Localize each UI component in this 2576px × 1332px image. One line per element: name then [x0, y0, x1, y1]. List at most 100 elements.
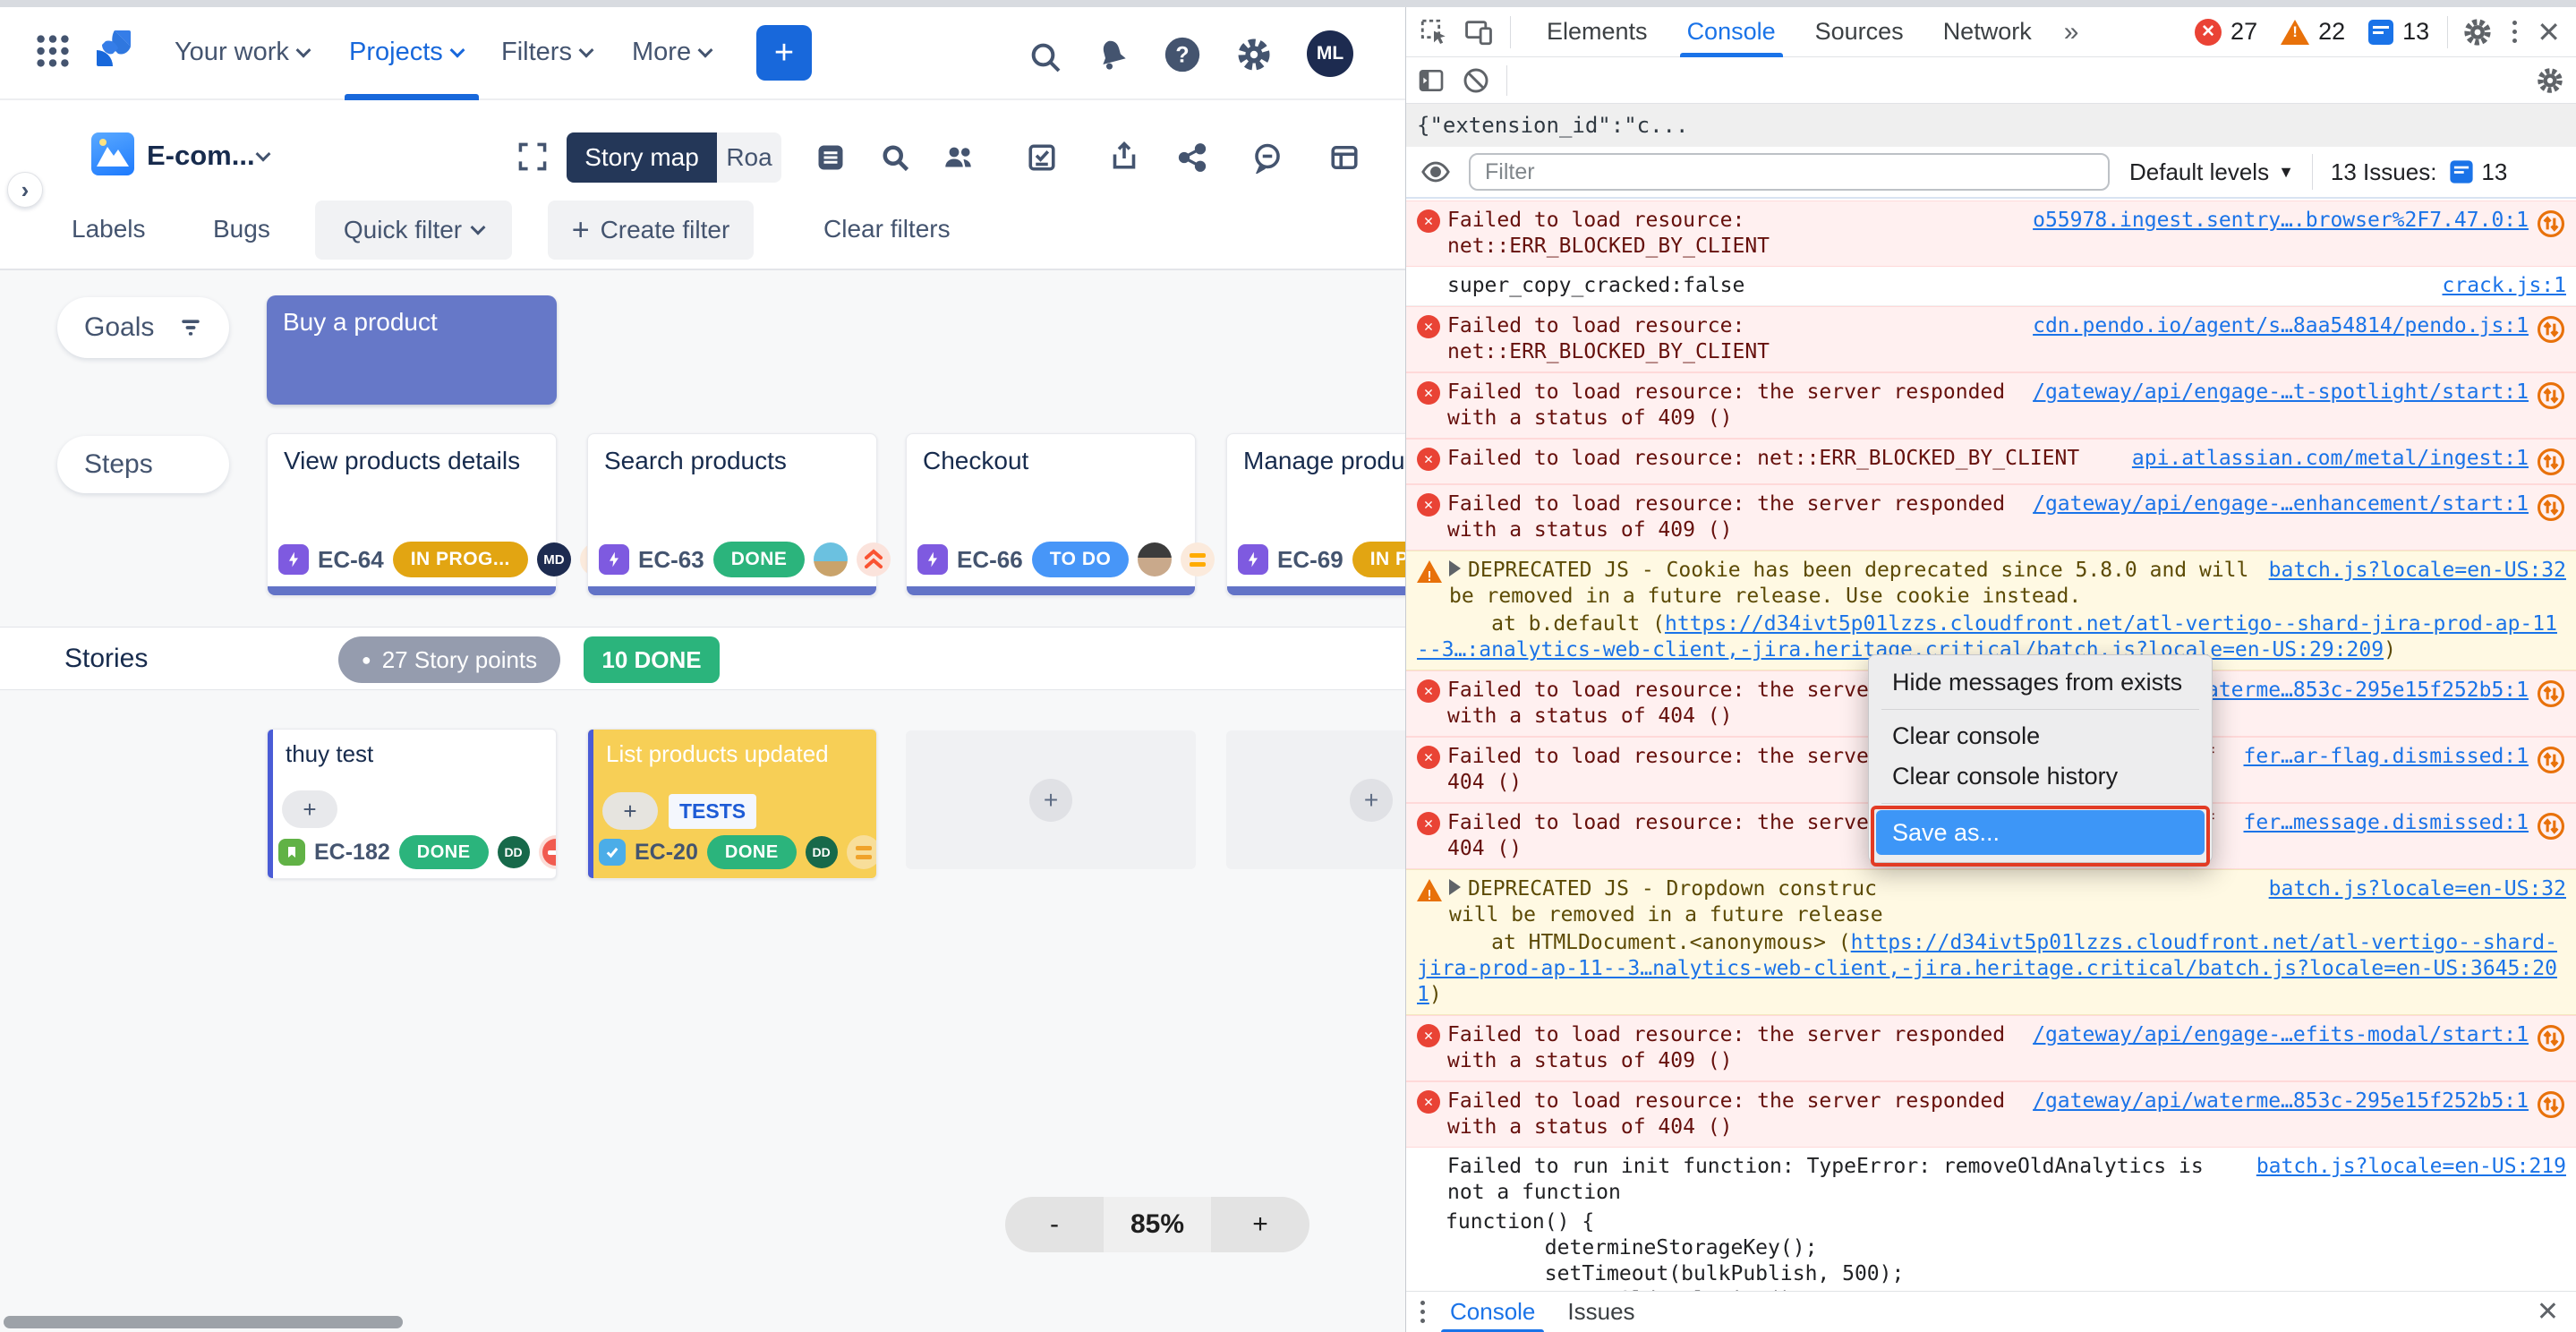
console-source-link[interactable]: /gateway/api/engage-…t-spotlight/start:1: [2033, 380, 2529, 406]
goals-row-header[interactable]: Goals: [57, 297, 229, 358]
live-expression-eye-icon[interactable]: [1420, 157, 1451, 187]
console-source-link[interactable]: batch.js?locale=en-US:32: [2269, 876, 2566, 902]
device-toolbar-icon[interactable]: [1463, 17, 1494, 47]
expand-arrow-icon[interactable]: [1449, 879, 1461, 895]
log-levels-dropdown[interactable]: Default levels ▼: [2129, 158, 2294, 186]
console-source-link[interactable]: batch.js?locale=en-US:32: [2269, 558, 2566, 584]
nav-projects[interactable]: Projects: [349, 38, 463, 67]
inspect-element-icon[interactable]: [1419, 17, 1449, 47]
expand-sidebar-button[interactable]: ›: [7, 172, 43, 208]
console-source-link[interactable]: batch.js?locale=en-US:219: [2256, 1154, 2566, 1180]
console-source-link[interactable]: fer…message.dismissed:1: [2244, 810, 2529, 836]
create-button[interactable]: +: [756, 25, 812, 81]
label-chip[interactable]: TESTS: [669, 794, 756, 829]
board-check-icon[interactable]: [1026, 141, 1058, 174]
status-badge[interactable]: DONE: [713, 542, 806, 577]
goal-card[interactable]: Buy a product: [267, 295, 557, 405]
help-icon[interactable]: ?: [1162, 34, 1203, 75]
filter-link-labels[interactable]: Labels: [72, 215, 146, 243]
blocked-request-icon[interactable]: [2536, 1023, 2566, 1054]
blocked-request-icon[interactable]: [2536, 811, 2566, 841]
blocked-request-icon[interactable]: [2536, 314, 2566, 345]
blocked-request-icon[interactable]: [2536, 209, 2566, 239]
jira-logo-icon[interactable]: [91, 27, 134, 70]
assignee-avatar[interactable]: DD: [806, 836, 838, 868]
devtools-settings-icon[interactable]: [2462, 17, 2493, 47]
notifications-bell-icon[interactable]: [1094, 36, 1131, 73]
blocked-request-icon[interactable]: [2536, 447, 2566, 477]
view-tab-roadmap[interactable]: Roa: [717, 132, 781, 183]
view-tab-story-map[interactable]: Story map: [567, 132, 717, 183]
search-icon[interactable]: [1028, 39, 1063, 75]
more-tabs-button[interactable]: »: [2064, 17, 2079, 47]
quick-filter-button[interactable]: Quick filter: [315, 201, 512, 260]
console-settings-gear-icon[interactable]: [2536, 66, 2564, 95]
console-source-link[interactable]: api.atlassian.com/metal/ingest:1: [2132, 446, 2529, 472]
add-field-button[interactable]: +: [282, 790, 337, 828]
fullscreen-icon[interactable]: [516, 140, 550, 174]
status-badge[interactable]: DONE: [399, 835, 489, 869]
panel-card-icon[interactable]: [1328, 141, 1361, 174]
assignee-avatar[interactable]: MD: [537, 542, 571, 576]
step-card[interactable]: View products details EC-64 IN PROG... M…: [267, 433, 557, 596]
console-source-link[interactable]: crack.js:1: [2443, 273, 2566, 299]
filter-link-bugs[interactable]: Bugs: [213, 215, 270, 243]
zoom-in-button[interactable]: +: [1211, 1197, 1309, 1252]
clear-filters-button[interactable]: Clear filters: [823, 215, 951, 243]
menu-item-save-as[interactable]: Save as...: [1876, 810, 2205, 855]
warning-count-icon[interactable]: !: [2281, 20, 2309, 45]
app-switcher-icon[interactable]: [32, 30, 73, 72]
steps-row-header[interactable]: Steps: [57, 436, 229, 493]
view-settings-icon[interactable]: [815, 141, 847, 174]
horizontal-scrollbar[interactable]: [4, 1316, 403, 1328]
menu-item-hide-messages[interactable]: Hide messages from exists: [1869, 662, 2212, 703]
console-source-link[interactable]: o55978.ingest.sentry….browser%2F7.47.0:1: [2033, 208, 2529, 234]
step-card[interactable]: Manage products EC-69 IN PROG...: [1226, 433, 1405, 596]
console-source-link[interactable]: cdn.pendo.io/agent/s…8aa54814/pendo.js:1: [2033, 313, 2529, 339]
error-count-icon[interactable]: ✕: [2195, 19, 2222, 46]
empty-story-slot[interactable]: +: [906, 730, 1196, 869]
project-avatar[interactable]: [91, 132, 134, 175]
blocked-request-icon[interactable]: [2536, 380, 2566, 411]
status-badge[interactable]: IN PROG...: [1352, 542, 1405, 577]
devtools-menu-icon[interactable]: [2512, 21, 2517, 43]
menu-item-clear-console-history[interactable]: Clear console history: [1869, 756, 2212, 797]
live-expression-bar[interactable]: {"extension_id":"c...: [1406, 104, 2576, 147]
assignee-avatar[interactable]: [814, 542, 848, 576]
add-story-button[interactable]: +: [1350, 779, 1393, 822]
drawer-menu-icon[interactable]: [1420, 1301, 1425, 1323]
console-source-link[interactable]: fer…ar-flag.dismissed:1: [2244, 744, 2529, 770]
add-story-button[interactable]: +: [1029, 779, 1072, 822]
zoom-out-button[interactable]: -: [1005, 1197, 1104, 1252]
user-avatar[interactable]: ML: [1307, 30, 1353, 77]
console-source-link[interactable]: /gateway/api/waterme…853c-295e15f252b5:1: [2033, 1089, 2529, 1114]
clear-console-icon[interactable]: [1462, 66, 1490, 95]
expand-arrow-icon[interactable]: [1449, 560, 1461, 576]
people-icon[interactable]: [942, 141, 977, 174]
settings-gear-icon[interactable]: [1235, 36, 1273, 73]
drawer-tab-console[interactable]: Console: [1450, 1298, 1535, 1326]
console-sidebar-icon[interactable]: [1417, 66, 1446, 95]
tab-sources[interactable]: Sources: [1815, 18, 1904, 46]
tab-network[interactable]: Network: [1943, 18, 2032, 46]
tab-console[interactable]: Console: [1687, 18, 1776, 46]
blocked-request-icon[interactable]: [2536, 492, 2566, 523]
project-name[interactable]: E-com...: [147, 140, 255, 172]
devtools-close-icon[interactable]: ✕: [2537, 15, 2561, 49]
add-field-button[interactable]: +: [602, 792, 658, 830]
issues-label[interactable]: 13 Issues:: [2331, 158, 2437, 186]
drawer-tab-issues[interactable]: Issues: [1567, 1298, 1634, 1326]
blocked-request-icon[interactable]: [2536, 745, 2566, 775]
project-chevron-down-icon[interactable]: [258, 150, 269, 166]
board-search-icon[interactable]: [879, 141, 911, 174]
menu-item-clear-console[interactable]: Clear console: [1869, 716, 2212, 756]
console-source-link[interactable]: /gateway/api/engage-…efits-modal/start:1: [2033, 1022, 2529, 1048]
export-icon[interactable]: [1108, 140, 1140, 172]
empty-story-slot[interactable]: +: [1226, 730, 1405, 869]
story-card[interactable]: thuy test + EC-182 DONE DD: [267, 729, 557, 879]
status-badge[interactable]: IN PROG...: [393, 542, 528, 577]
step-card[interactable]: Checkout EC-66 TO DO: [906, 433, 1196, 596]
status-badge[interactable]: DONE: [707, 835, 797, 869]
nav-filters[interactable]: Filters: [501, 38, 592, 67]
feedback-icon[interactable]: [1251, 141, 1284, 174]
